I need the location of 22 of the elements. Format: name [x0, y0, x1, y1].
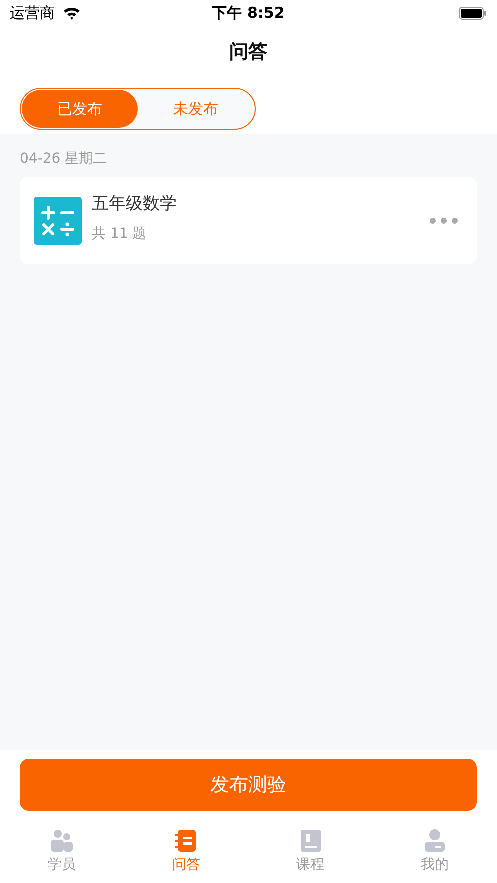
publish-quiz-button[interactable]: 发布测验 [20, 759, 477, 811]
tab-bar-item[interactable]: 我的 [372, 823, 497, 883]
tab-bar-item[interactable]: 课程 [248, 823, 373, 883]
segment-tab[interactable]: 未发布 [138, 90, 254, 128]
more-icon [429, 216, 459, 224]
question-count: 共 11 题 [92, 225, 148, 243]
segment-tab[interactable]: 已发布 [22, 90, 138, 128]
battery-icon [459, 6, 487, 20]
calculator-icon [34, 196, 82, 244]
quiz-card[interactable]: 五年级数学 共 11 题 [20, 177, 477, 264]
carrier-name: 运营商 [10, 4, 55, 22]
wifi-icon [63, 6, 81, 20]
tab-bar-item[interactable]: 学员 [0, 823, 124, 883]
page-title: 问答 [230, 40, 268, 65]
notebook-icon [174, 829, 198, 853]
people-icon [50, 829, 74, 853]
quiz-title: 五年级数学 [92, 193, 178, 215]
book-icon [298, 829, 323, 853]
status-time: 下午 8:52 [211, 4, 286, 22]
tab-bar-item[interactable]: 问答 [124, 823, 248, 883]
date-label: 04-26 星期二 [20, 150, 108, 169]
person-icon [422, 829, 447, 853]
